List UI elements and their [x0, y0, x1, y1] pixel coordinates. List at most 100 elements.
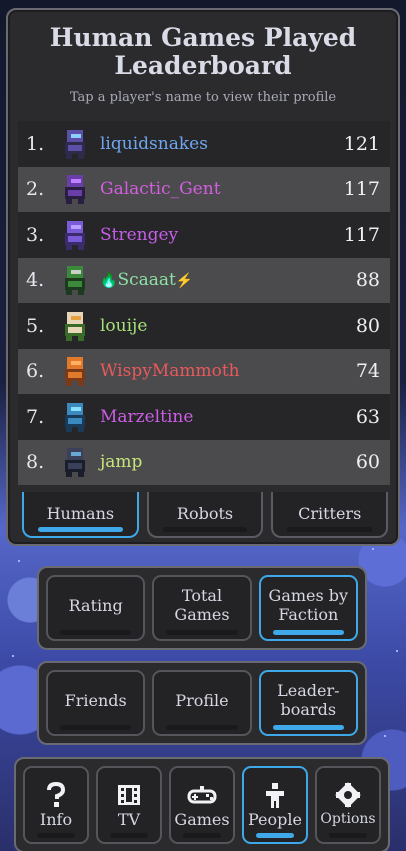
tab-indicator	[287, 527, 373, 532]
tab-label: Humans	[46, 504, 115, 523]
nav-options-button[interactable]: Options	[315, 766, 381, 844]
nav-indicator	[256, 833, 294, 838]
gamepad-icon	[187, 780, 217, 810]
player-avatar	[58, 263, 94, 297]
people-leader-boards-button[interactable]: Leader- boards	[258, 670, 358, 736]
player-avatar	[58, 309, 94, 343]
main-nav: Info TV Games People Options	[14, 757, 390, 851]
player-name-text: jamp	[100, 452, 143, 473]
button-indicator	[166, 725, 238, 730]
games-count: 88	[355, 269, 380, 292]
player-name-link[interactable]: Marzeltine	[100, 407, 330, 427]
leaderboard-row: 3. Strengey 117	[18, 212, 390, 258]
leaderboard-row: 4. 🔥Scaaat⚡ 88	[18, 257, 390, 303]
leaderboard-row: 6. WispyMammoth 74	[18, 348, 390, 394]
nav-games-button[interactable]: Games	[169, 766, 235, 844]
leaderboard-subtitle: Tap a player's name to view their profil…	[69, 90, 337, 105]
people-friends-button[interactable]: Friends	[46, 670, 146, 736]
games-count: 117	[343, 178, 380, 201]
player-name-link[interactable]: Galactic_Gent	[100, 179, 330, 199]
leaderboard-row: 5. louije 80	[18, 303, 390, 349]
player-name-text: WispyMammoth	[100, 361, 240, 382]
sort-rating-button[interactable]: Rating	[46, 575, 146, 641]
nav-indicator	[183, 833, 221, 838]
button-indicator	[60, 725, 132, 730]
button-indicator	[60, 630, 132, 635]
nav-label: TV	[117, 809, 141, 829]
sort-total-games-button[interactable]: Total Games	[152, 575, 252, 641]
player-name-link[interactable]: liquidsnakes	[100, 134, 330, 154]
games-count: 117	[343, 223, 380, 246]
nav-indicator	[110, 833, 148, 838]
player-name-link[interactable]: louije	[100, 316, 330, 336]
button-label: Profile	[175, 690, 229, 710]
games-count: 121	[343, 132, 380, 155]
nav-info-button[interactable]: Info	[23, 766, 89, 844]
player-name-link[interactable]: 🔥Scaaat⚡	[100, 270, 330, 290]
player-avatar	[58, 354, 94, 388]
button-label: Friends	[64, 690, 127, 710]
nav-label: Games	[174, 809, 230, 829]
person-icon	[263, 780, 287, 810]
button-indicator	[272, 725, 344, 730]
player-avatar	[58, 127, 94, 161]
rank-number: 4.	[26, 269, 45, 292]
player-avatar	[58, 218, 94, 252]
leaderboard-row: 8. jamp 60	[18, 439, 390, 485]
rank-number: 6.	[26, 360, 45, 383]
player-name-text: Scaaat	[117, 270, 176, 291]
player-name-text: Galactic_Gent	[100, 179, 221, 200]
leaderboard-row: 2. Galactic_Gent 117	[18, 166, 390, 212]
sort-games-by-faction-button[interactable]: Games by Faction	[258, 575, 358, 641]
games-count: 60	[355, 451, 380, 474]
games-count: 63	[355, 405, 380, 428]
rank-number: 3.	[26, 223, 45, 246]
nav-indicator	[329, 833, 367, 838]
rank-number: 1.	[26, 132, 45, 155]
player-avatar	[58, 445, 94, 479]
player-name-text: liquidsnakes	[100, 133, 208, 154]
nav-label: Info	[39, 809, 73, 829]
player-name-link[interactable]: WispyMammoth	[100, 361, 330, 381]
nav-people-button[interactable]: People	[242, 766, 308, 844]
faction-tabs: Humans Robots Critters	[22, 492, 389, 538]
button-indicator	[166, 630, 238, 635]
people-profile-button[interactable]: Profile	[152, 670, 252, 736]
film-icon	[116, 780, 142, 810]
leaderboard-row: 1. liquidsnakes 121	[18, 121, 390, 167]
tab-critters[interactable]: Critters	[271, 492, 389, 538]
games-count: 80	[355, 314, 380, 337]
leaderboard-row: 7. Marzeltine 63	[18, 394, 390, 440]
leaderboard-list: 1. liquidsnakes 121 2. Galactic_Gent 117 3. Str…	[18, 121, 390, 485]
nav-indicator	[37, 833, 75, 838]
button-label: Rating	[68, 595, 123, 615]
player-avatar	[58, 400, 94, 434]
button-label: Games by Faction	[268, 586, 349, 624]
rank-number: 8.	[26, 451, 45, 474]
nav-label: Options	[320, 810, 376, 827]
player-name-link[interactable]: jamp	[100, 452, 330, 472]
tab-indicator	[38, 527, 123, 532]
button-indicator	[272, 630, 344, 635]
gear-icon	[335, 780, 361, 810]
lightning-icon: ⚡	[175, 273, 194, 290]
button-label: Leader- boards	[277, 681, 340, 719]
title-line-2: Leaderboard	[114, 51, 292, 80]
tab-label: Critters	[298, 504, 362, 523]
games-count: 74	[355, 360, 380, 383]
nav-tv-button[interactable]: TV	[96, 766, 162, 844]
player-name-text: Strengey	[100, 224, 179, 245]
button-label: Total Games	[174, 586, 230, 624]
rank-number: 5.	[26, 314, 45, 337]
rank-number: 7.	[26, 405, 45, 428]
tab-indicator	[162, 527, 248, 532]
tab-humans[interactable]: Humans	[22, 492, 139, 538]
tab-robots[interactable]: Robots	[146, 492, 264, 538]
player-avatar	[58, 172, 94, 206]
sort-options-group: Rating Total Games Games by Faction	[37, 566, 367, 650]
rank-number: 2.	[26, 178, 45, 201]
player-name-link[interactable]: Strengey	[100, 225, 330, 245]
nav-label: People	[248, 809, 302, 829]
question-icon	[45, 780, 67, 810]
title-line-1: Human Games Played	[49, 23, 357, 52]
